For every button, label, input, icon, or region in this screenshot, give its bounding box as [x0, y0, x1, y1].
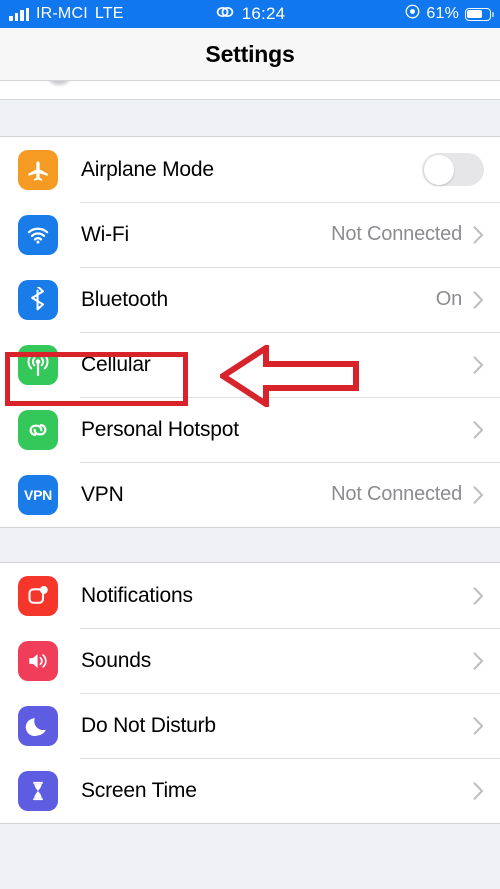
section-gap: [0, 528, 500, 562]
settings-row-sounds[interactable]: Sounds: [0, 628, 500, 693]
row-label: Screen Time: [81, 778, 197, 802]
row-label: Airplane Mode: [81, 157, 214, 181]
settings-row-screen-time[interactable]: Screen Time: [0, 758, 500, 823]
row-label: Do Not Disturb: [81, 713, 216, 737]
settings-row-do-not-disturb[interactable]: Do Not Disturb: [0, 693, 500, 758]
search-bar-peek[interactable]: [0, 81, 500, 100]
row-accessory: [473, 651, 484, 670]
moon-icon: [18, 705, 58, 746]
location-services-icon: [405, 4, 420, 24]
chevron-right-icon: [473, 290, 484, 309]
carrier-name: IR-MCI: [36, 5, 88, 22]
row-accessory: [473, 420, 484, 439]
chain-link-icon: [215, 4, 235, 24]
row-accessory: [422, 153, 484, 186]
row-accessory: [473, 781, 484, 800]
row-accessory: [473, 355, 484, 374]
settings-row-bluetooth[interactable]: Bluetooth On: [0, 267, 500, 332]
speaker-volume-icon: [18, 640, 58, 681]
vpn-icon: VPN: [18, 474, 58, 515]
status-bar-clock: 16:24: [241, 4, 286, 23]
row-label: Sounds: [81, 648, 152, 672]
chevron-right-icon: [473, 225, 484, 244]
battery-percent-label: 61%: [426, 5, 459, 22]
row-value: Not Connected: [331, 223, 462, 245]
iphone-settings-screen: IR-MCI LTE 16:24 61% Settings Airplane M…: [0, 0, 500, 889]
status-bar-right: 61%: [405, 4, 500, 24]
settings-row-cellular[interactable]: Cellular: [0, 332, 500, 397]
row-value: On: [435, 288, 462, 310]
navigation-bar: Settings: [0, 28, 500, 81]
row-accessory: Not Connected: [331, 483, 484, 506]
chevron-right-icon: [473, 355, 484, 374]
row-label: Bluetooth: [81, 287, 168, 311]
notifications-badge-icon: [18, 575, 58, 616]
chevron-right-icon: [473, 651, 484, 670]
chevron-right-icon: [473, 485, 484, 504]
row-accessory: [473, 586, 484, 605]
bluetooth-icon: [18, 279, 58, 320]
row-label: Cellular: [81, 352, 151, 376]
chevron-right-icon: [473, 716, 484, 735]
signal-bars-icon: [9, 7, 29, 21]
network-type-label: LTE: [94, 5, 124, 22]
airplane-icon: [18, 149, 58, 190]
chevron-right-icon: [473, 586, 484, 605]
row-accessory: On: [436, 288, 484, 311]
search-icon: [46, 81, 72, 85]
settings-row-airplane-mode[interactable]: Airplane Mode: [0, 137, 500, 202]
settings-row-vpn[interactable]: VPN VPN Not Connected: [0, 462, 500, 527]
cellular-antenna-icon: [18, 344, 58, 385]
hourglass-icon: [18, 770, 58, 811]
chevron-right-icon: [473, 781, 484, 800]
settings-row-notifications[interactable]: Notifications: [0, 563, 500, 628]
hotspot-link-icon: [18, 409, 58, 450]
page-title: Settings: [205, 40, 295, 67]
row-label: Personal Hotspot: [81, 417, 239, 441]
section-gap-top: [0, 100, 500, 136]
settings-group: Notifications Sounds Do Not Disturb Screen …: [0, 562, 500, 824]
vpn-icon-label: VPN: [24, 486, 52, 503]
battery-icon: [465, 7, 494, 21]
chevron-right-icon: [473, 420, 484, 439]
row-accessory: Not Connected: [331, 223, 484, 246]
row-label: VPN: [81, 482, 124, 506]
status-bar: IR-MCI LTE 16:24 61%: [0, 0, 500, 28]
settings-list: Airplane Mode Wi-Fi Not Connected Bluetooth…: [0, 136, 500, 824]
row-value: Not Connected: [331, 483, 462, 505]
settings-group: Airplane Mode Wi-Fi Not Connected Bluetooth…: [0, 136, 500, 528]
row-accessory: [473, 716, 484, 735]
toggle-airplane-mode[interactable]: [422, 153, 484, 186]
settings-row-personal-hotspot[interactable]: Personal Hotspot: [0, 397, 500, 462]
row-label: Wi-Fi: [81, 222, 129, 246]
status-bar-left: IR-MCI LTE: [0, 5, 124, 23]
settings-row-wi-fi[interactable]: Wi-Fi Not Connected: [0, 202, 500, 267]
wifi-icon: [18, 214, 58, 255]
row-label: Notifications: [81, 583, 193, 607]
